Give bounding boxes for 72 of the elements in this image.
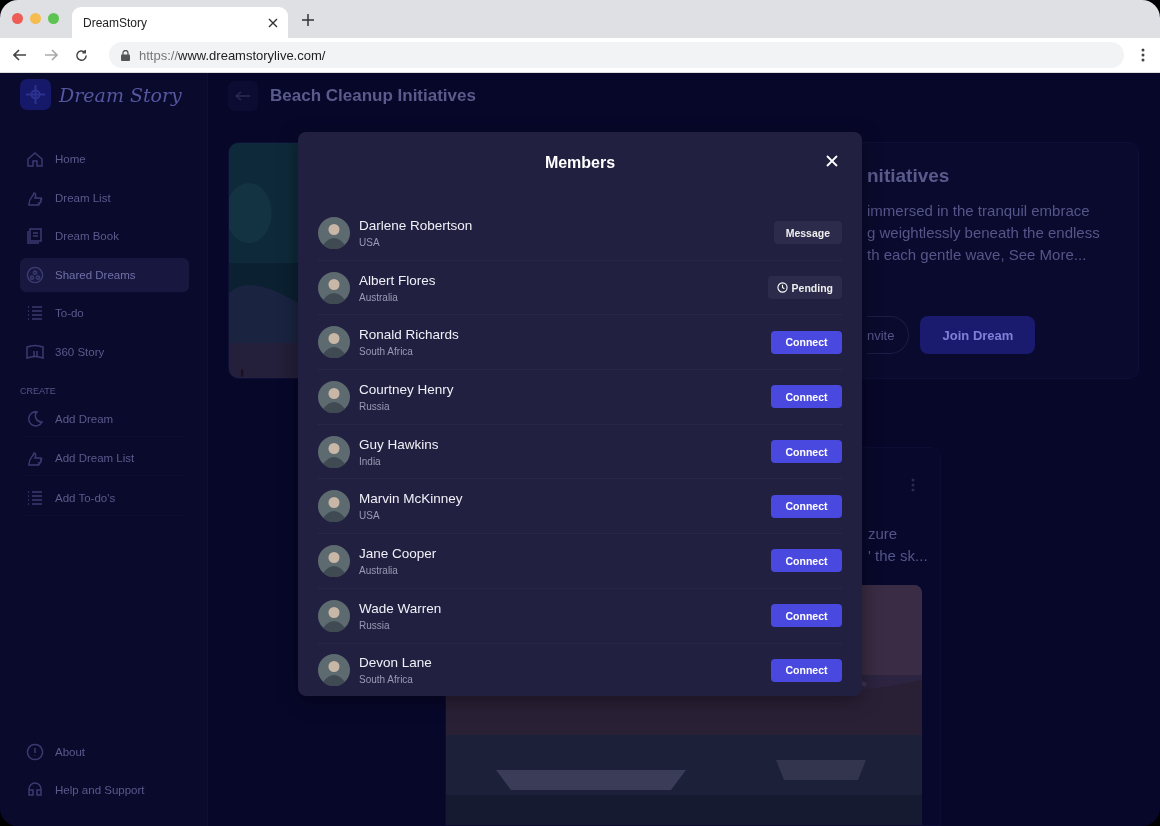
connect-button[interactable]: Connect — [771, 385, 842, 409]
avatar-icon — [318, 544, 350, 577]
member-name: Jane Cooper — [359, 545, 438, 561]
connect-button[interactable]: Connect — [771, 330, 842, 354]
nav-item[interactable]: Dream Book — [20, 219, 189, 254]
pending-button[interactable]: Pending — [767, 276, 842, 300]
member-name: Darlene Robertson — [359, 217, 474, 233]
nav-item[interactable]: Help and Support — [20, 773, 189, 808]
member-name: Marvin McKinney — [359, 491, 464, 507]
page-title: Beach Cleanup Initiatives — [270, 86, 476, 106]
section-label: CREATE — [20, 385, 57, 396]
avatar-icon — [318, 271, 350, 304]
nav-icon — [25, 149, 45, 169]
back-arrow-icon[interactable] — [13, 49, 27, 61]
connect-button[interactable]: Connect — [771, 604, 842, 628]
nav-item[interactable]: Add Dream List — [20, 441, 189, 477]
nav-icon — [25, 226, 45, 247]
member-name: Ronald Richards — [359, 327, 460, 343]
member-name: Albert Flores — [359, 272, 437, 288]
member-name: Courtney Henry — [359, 381, 455, 397]
message-button[interactable]: Message — [773, 221, 842, 245]
connect-button[interactable]: Connect — [771, 658, 842, 682]
nav-item[interactable]: Dream List — [20, 180, 189, 215]
avatar-icon — [318, 654, 350, 687]
logo-text: Dream Story — [59, 83, 182, 106]
new-tab-icon[interactable] — [302, 14, 314, 26]
avatar-icon — [318, 599, 350, 632]
card-title: nitiatives — [867, 165, 951, 187]
logo-icon — [20, 79, 51, 110]
member-name: Guy Hawkins — [359, 436, 440, 452]
lock-icon — [121, 49, 130, 61]
member-country: USA — [359, 510, 381, 522]
member-country: Russia — [359, 619, 391, 631]
avatar-icon — [318, 216, 350, 249]
member-country: Russia — [359, 400, 391, 412]
close-icon[interactable] — [268, 17, 278, 28]
nav-icon — [25, 741, 45, 762]
nav-item[interactable]: About — [20, 734, 189, 769]
dialog-title: Members — [544, 154, 616, 172]
connect-button[interactable]: Connect — [771, 549, 842, 573]
avatar-icon — [318, 490, 350, 523]
nav-item[interactable]: Shared Dreams — [20, 257, 189, 292]
nav-item[interactable]: Home — [20, 142, 189, 176]
connect-button[interactable]: Connect — [771, 494, 842, 518]
member-country: USA — [359, 236, 381, 248]
avatar-icon — [318, 435, 350, 468]
member-name: Devon Lane — [359, 655, 433, 671]
nav-item[interactable]: To-do — [20, 296, 189, 331]
back-arrow-icon — [235, 91, 251, 101]
nav-icon — [25, 264, 45, 285]
card-description: immersed in the tranquil embrace g weightlessly beneath the endless th each gentle wave, See More... — [867, 201, 1100, 265]
reload-icon[interactable] — [75, 48, 88, 62]
nav-item[interactable]: Add Dream — [20, 401, 189, 437]
nav-icon — [25, 408, 45, 429]
card-description: zure ' the sk... — [868, 524, 929, 566]
member-country: Australia — [359, 564, 399, 576]
connect-button[interactable]: Connect — [771, 440, 842, 464]
nav-item[interactable]: Add To-do's — [20, 480, 189, 516]
member-country: South Africa — [359, 346, 414, 358]
avatar-icon — [318, 326, 350, 359]
close-window-icon[interactable] — [12, 13, 23, 24]
join-dream-button[interactable]: Join Dream — [920, 316, 1036, 354]
avatar-icon — [318, 380, 350, 413]
member-country: Australia — [359, 291, 399, 303]
more-icon[interactable] — [1141, 48, 1145, 62]
address-field[interactable]: https://www.dreamstorylive.com/ — [109, 42, 1124, 68]
nav-item[interactable]: 360 Story — [20, 334, 189, 369]
member-country: India — [359, 455, 382, 467]
clock-icon — [776, 282, 788, 294]
member-country: South Africa — [359, 674, 414, 686]
member-name: Wade Warren — [359, 600, 443, 616]
browser-tab[interactable]: DreamStory — [72, 7, 288, 38]
